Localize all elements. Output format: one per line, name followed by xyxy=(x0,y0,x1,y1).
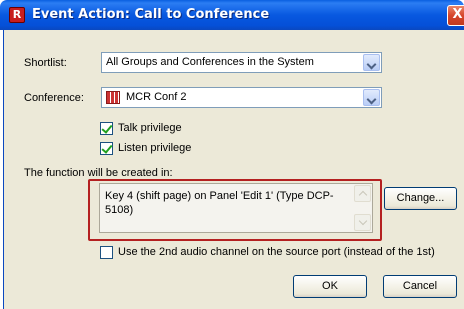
scroll-down-icon[interactable] xyxy=(354,214,371,231)
second-audio-label[interactable]: Use the 2nd audio channel on the source … xyxy=(118,246,435,258)
conference-value: MCR Conf 2 xyxy=(126,91,187,103)
change-button[interactable]: Change... xyxy=(384,187,457,210)
function-location-field[interactable]: Key 4 (shift page) on Panel 'Edit 1' (Ty… xyxy=(99,183,373,233)
second-audio-checkbox[interactable] xyxy=(100,246,113,259)
function-location-label: The function will be created in: xyxy=(24,167,173,179)
chevron-down-icon[interactable] xyxy=(363,89,380,106)
dialog-window: R Event Action: Call to Conference X Sho… xyxy=(0,0,464,309)
function-location-scrollbar[interactable] xyxy=(354,185,371,231)
title-bar[interactable]: R Event Action: Call to Conference X xyxy=(0,0,464,30)
scroll-up-icon[interactable] xyxy=(354,185,371,202)
dialog-body: Shortlist: All Groups and Conferences in… xyxy=(3,30,464,309)
conference-label: Conference: xyxy=(24,92,84,104)
listen-privilege-checkbox[interactable] xyxy=(100,142,113,155)
shortlist-label: Shortlist: xyxy=(24,57,67,69)
window-title: Event Action: Call to Conference xyxy=(32,7,270,22)
talk-privilege-label[interactable]: Talk privilege xyxy=(118,122,182,134)
function-location-text: Key 4 (shift page) on Panel 'Edit 1' (Ty… xyxy=(105,190,334,216)
conference-icon xyxy=(106,91,120,104)
shortlist-value: All Groups and Conferences in the System xyxy=(106,56,314,68)
app-logo-icon: R xyxy=(9,7,25,23)
listen-privilege-label[interactable]: Listen privilege xyxy=(118,142,191,154)
close-icon[interactable]: X xyxy=(447,5,464,26)
talk-privilege-checkbox[interactable] xyxy=(100,122,113,135)
ok-button[interactable]: OK xyxy=(293,275,367,298)
shortlist-dropdown[interactable]: All Groups and Conferences in the System xyxy=(101,52,382,73)
conference-dropdown[interactable]: MCR Conf 2 xyxy=(101,87,382,108)
cancel-button[interactable]: Cancel xyxy=(383,275,457,298)
chevron-down-icon[interactable] xyxy=(363,54,380,71)
